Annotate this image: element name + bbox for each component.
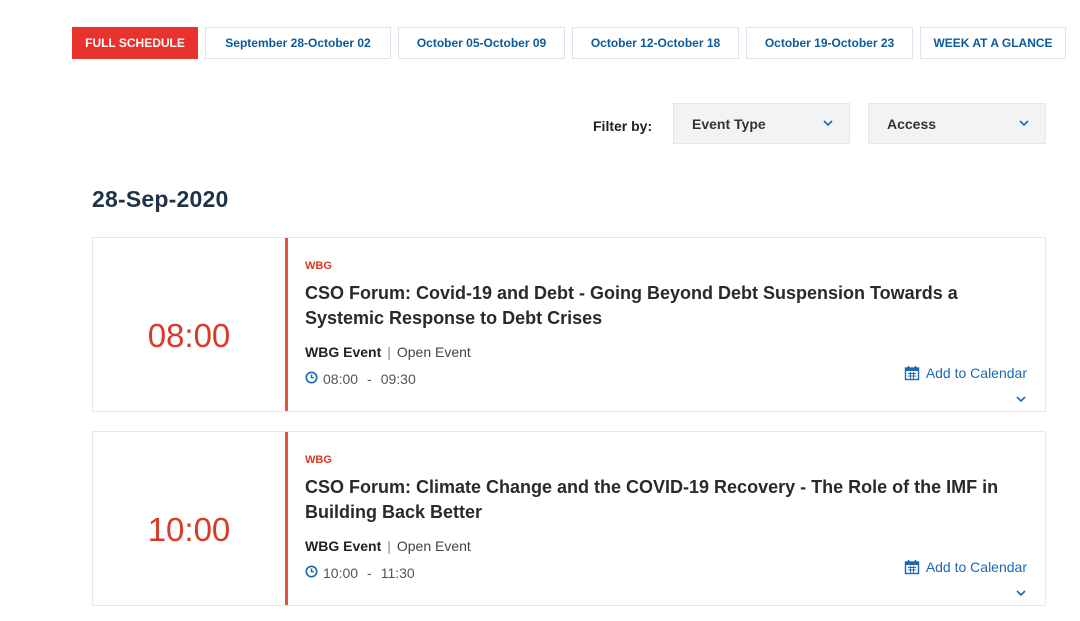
event-meta: WBG Event | Open Event [305, 538, 471, 554]
meta-separator: | [387, 344, 391, 360]
event-organizer: WBG [305, 454, 332, 466]
event-access: Open Event [396, 538, 471, 554]
tab-week-at-a-glance[interactable]: WEEK AT A GLANCE [920, 27, 1066, 59]
event-hours: 08:00 - 09:30 [305, 371, 416, 387]
event-card: 10:00 WBG CSO Forum: Climate Change and … [92, 431, 1046, 606]
event-end-time: 11:30 [380, 565, 415, 581]
chevron-down-icon [821, 116, 835, 130]
event-organizer: WBG [305, 260, 332, 272]
event-type-select-value: Event Type [692, 115, 766, 132]
event-details: WBG CSO Forum: Climate Change and the CO… [285, 432, 1045, 605]
event-start-time: 08:00 [323, 371, 359, 387]
time-range-dash: - [367, 371, 372, 387]
calendar-icon [904, 560, 920, 575]
meta-separator: | [387, 538, 391, 554]
event-type: WBG Event [305, 538, 382, 554]
event-title-link[interactable]: CSO Forum: Covid-19 and Debt - Going Bey… [305, 281, 1025, 331]
tab-october-19-october-23[interactable]: October 19-October 23 [746, 27, 913, 59]
add-to-calendar-label: Add to Calendar [925, 559, 1027, 575]
event-details: WBG CSO Forum: Covid-19 and Debt - Going… [285, 238, 1045, 411]
event-title-link[interactable]: CSO Forum: Climate Change and the COVID-… [305, 475, 1025, 525]
tab-october-05-october-09[interactable]: October 05-October 09 [398, 27, 565, 59]
add-to-calendar-label: Add to Calendar [925, 365, 1027, 381]
event-type-select[interactable]: Event Type [673, 103, 850, 144]
event-start-time-large: 10:00 [147, 511, 231, 548]
calendar-icon [904, 366, 920, 381]
access-select-value: Access [887, 115, 937, 132]
access-select[interactable]: Access [868, 103, 1046, 144]
chevron-down-icon[interactable] [1015, 588, 1027, 598]
date-heading: 28-Sep-2020 [92, 186, 229, 212]
event-start-time: 10:00 [323, 565, 359, 581]
event-type: WBG Event [305, 344, 382, 360]
time-range-dash: - [367, 565, 372, 581]
filter-label: Filter by: [593, 118, 653, 134]
add-to-calendar-link[interactable]: Add to Calendar [904, 365, 1027, 381]
chevron-down-icon[interactable] [1015, 394, 1027, 404]
clock-icon [305, 371, 318, 387]
event-card: 08:00 WBG CSO Forum: Covid-19 and Debt -… [92, 237, 1046, 412]
tab-september-28-october-02[interactable]: September 28-October 02 [205, 27, 391, 59]
event-hours: 10:00 - 11:30 [305, 565, 415, 581]
chevron-down-icon [1017, 116, 1031, 130]
event-end-time: 09:30 [380, 371, 416, 387]
event-meta: WBG Event | Open Event [305, 344, 471, 360]
tab-full-schedule[interactable]: FULL SCHEDULE [72, 27, 198, 59]
event-start-time-large: 08:00 [147, 317, 231, 354]
clock-icon [305, 565, 318, 581]
add-to-calendar-link[interactable]: Add to Calendar [904, 559, 1027, 575]
event-access: Open Event [396, 344, 471, 360]
tab-october-12-october-18[interactable]: October 12-October 18 [572, 27, 739, 59]
